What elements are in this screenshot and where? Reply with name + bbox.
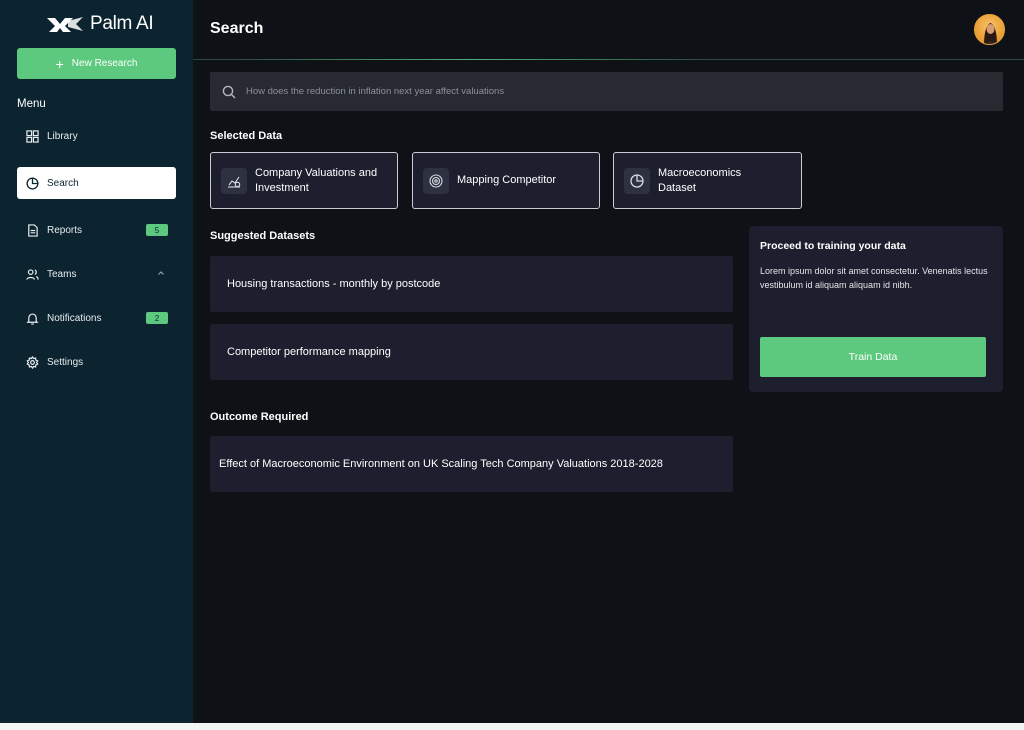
training-description: Lorem ipsum dolor sit amet consectetur. … [760, 266, 988, 290]
grid-icon [25, 129, 39, 143]
pie-chart-icon [624, 167, 650, 194]
brand-name: Palm AI [90, 13, 154, 34]
selected-data-title: Selected Data [210, 130, 283, 142]
sidebar-item-label: Reports [47, 224, 83, 236]
sidebar-item-label: Library [47, 130, 78, 142]
document-icon [25, 223, 39, 237]
gear-icon [25, 355, 39, 369]
sidebar: Palm AI + New Research Menu Library Sear… [0, 0, 193, 723]
sidebar-item-reports[interactable]: Reports 5 [17, 214, 176, 246]
suggested-dataset-label: Housing transactions - monthly by postco… [227, 278, 441, 290]
sidebar-item-label: Notifications [47, 312, 102, 324]
search-input[interactable] [246, 86, 1003, 97]
chart-icon [221, 167, 247, 194]
outcome-text: Effect of Macroeconomic Environment on U… [219, 458, 663, 470]
selected-card-label: Company Valuations and Investment [255, 167, 378, 194]
top-header: Search [193, 0, 1024, 60]
new-research-label: New Research [71, 58, 138, 69]
training-panel: Proceed to training your data Lorem ipsu… [749, 226, 1003, 392]
selected-card-company-valuations[interactable]: Company Valuations and Investment [210, 152, 398, 209]
selected-card-label: Mapping Competitor [457, 174, 557, 187]
suggested-datasets-title: Suggested Datasets [210, 230, 316, 242]
suggested-dataset-item[interactable]: Competitor performance mapping [210, 324, 733, 380]
selected-card-macroeconomics[interactable]: Macroeconomics Dataset [613, 152, 802, 209]
brand-logo[interactable]: Palm AI [46, 12, 154, 36]
app-window: Palm AI + New Research Menu Library Sear… [0, 0, 1024, 723]
outcome-required-title: Outcome Required [210, 411, 309, 423]
chevron-up-icon[interactable] [156, 268, 166, 278]
plus-icon: + [55, 55, 64, 72]
suggested-dataset-label: Competitor performance mapping [227, 346, 391, 358]
search-icon [222, 85, 236, 98]
sidebar-item-teams[interactable]: Teams [17, 258, 176, 290]
reports-count-badge: 5 [146, 224, 168, 236]
search-bar[interactable] [210, 72, 1003, 111]
header-accent-line [236, 59, 706, 60]
pie-chart-icon [25, 176, 39, 190]
sidebar-item-settings[interactable]: Settings [17, 346, 176, 378]
selected-card-label: Macroeconomics Dataset [658, 167, 742, 194]
training-title: Proceed to training your data [760, 240, 906, 252]
menu-label: Menu [17, 98, 46, 110]
palm-logo-icon [47, 17, 83, 32]
sidebar-item-library[interactable]: Library [17, 120, 176, 152]
page-title: Search [210, 20, 264, 37]
user-avatar[interactable] [974, 14, 1005, 45]
sidebar-item-label: Teams [47, 268, 77, 280]
sidebar-item-label: Settings [47, 356, 84, 368]
user-avatar-icon [984, 23, 997, 44]
window-bottom-edge [0, 723, 1024, 730]
notifications-count-badge: 2 [146, 312, 168, 324]
sidebar-item-notifications[interactable]: Notifications 2 [17, 302, 176, 334]
users-icon [25, 267, 39, 281]
outcome-field[interactable]: Effect of Macroeconomic Environment on U… [210, 436, 733, 492]
suggested-dataset-item[interactable]: Housing transactions - monthly by postco… [210, 256, 733, 312]
target-icon [423, 167, 449, 194]
sidebar-item-search[interactable]: Search [17, 167, 176, 199]
train-data-button[interactable]: Train Data [760, 337, 986, 377]
selected-card-mapping-competitor[interactable]: Mapping Competitor [412, 152, 600, 209]
sidebar-item-label: Search [47, 177, 79, 189]
new-research-button[interactable]: + New Research [17, 48, 176, 79]
bell-icon [25, 311, 39, 325]
